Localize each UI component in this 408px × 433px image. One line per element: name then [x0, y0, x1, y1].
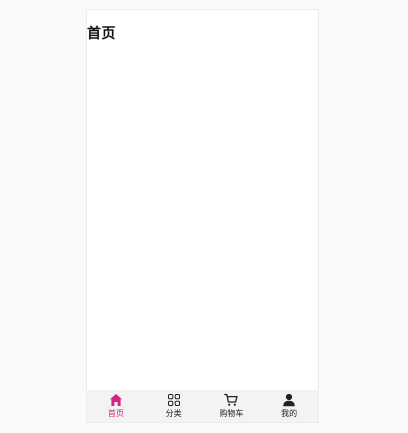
tab-category-label: 分类	[165, 409, 182, 418]
home-icon	[109, 394, 122, 406]
bottom-tab-bar: 首页 分类 购物车 我的	[87, 390, 318, 422]
page-title: 首页	[87, 26, 116, 42]
tab-home[interactable]: 首页	[87, 390, 145, 422]
user-icon	[283, 393, 295, 407]
phone-screen: 首页 首页 分类 购物车 我的	[86, 9, 319, 423]
grid-icon	[167, 394, 180, 406]
tab-category[interactable]: 分类	[145, 390, 203, 422]
tab-home-label: 首页	[107, 409, 124, 418]
tab-mine-label: 我的	[281, 409, 298, 418]
tab-cart-label: 购物车	[219, 409, 244, 418]
tab-mine[interactable]: 我的	[260, 390, 318, 422]
cart-icon	[224, 393, 239, 406]
tab-cart[interactable]: 购物车	[203, 390, 261, 422]
